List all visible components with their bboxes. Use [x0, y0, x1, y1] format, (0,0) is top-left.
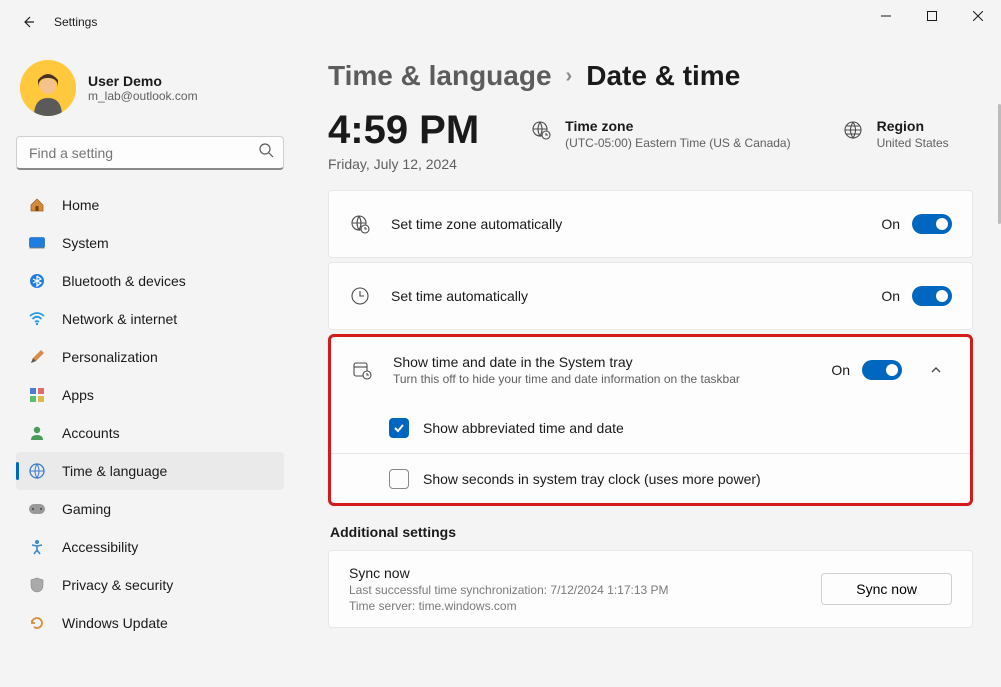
calendar-clock-icon: [351, 360, 373, 380]
chevron-right-icon: ›: [566, 65, 573, 88]
check-icon: [393, 422, 405, 434]
breadcrumb: Time & language › Date & time: [328, 60, 973, 92]
close-icon: [973, 11, 983, 21]
setting-title: Show time and date in the System tray: [393, 354, 811, 370]
home-icon: [28, 197, 46, 213]
breadcrumb-parent[interactable]: Time & language: [328, 60, 552, 92]
region-value: United States: [877, 136, 949, 150]
sidebar-item-personalization[interactable]: Personalization: [16, 338, 284, 376]
setting-systray-time[interactable]: Show time and date in the System tray Tu…: [331, 337, 970, 403]
checkbox-abbrev[interactable]: [389, 418, 409, 438]
sidebar-item-label: Time & language: [62, 463, 167, 479]
sync-last: Last successful time synchronization: 7/…: [349, 583, 801, 597]
toggle-systray-time[interactable]: [862, 360, 902, 380]
maximize-button[interactable]: [909, 0, 955, 32]
search-input[interactable]: [16, 136, 284, 170]
sync-now-button[interactable]: Sync now: [821, 573, 952, 605]
sidebar-item-bluetooth[interactable]: Bluetooth & devices: [16, 262, 284, 300]
shield-icon: [28, 577, 46, 593]
maximize-icon: [927, 11, 937, 21]
sidebar-item-label: Home: [62, 197, 99, 213]
sidebar-item-label: Privacy & security: [62, 577, 173, 593]
sidebar-item-label: Bluetooth & devices: [62, 273, 186, 289]
sidebar-item-label: Windows Update: [62, 615, 168, 631]
page-title: Date & time: [586, 60, 740, 92]
checkbox-label: Show seconds in system tray clock (uses …: [423, 471, 761, 487]
globe-icon: [843, 120, 863, 145]
sync-server: Time server: time.windows.com: [349, 599, 801, 613]
setting-auto-timezone[interactable]: Set time zone automatically On: [329, 191, 972, 257]
sidebar-item-windows-update[interactable]: Windows Update: [16, 604, 284, 642]
checkbox-label: Show abbreviated time and date: [423, 420, 624, 436]
setting-show-seconds[interactable]: Show seconds in system tray clock (uses …: [331, 453, 970, 503]
setting-subtitle: Turn this off to hide your time and date…: [393, 372, 811, 386]
globe-clock-icon: [28, 463, 46, 479]
toggle-state-label: On: [831, 362, 850, 378]
region-label: Region: [877, 118, 949, 134]
apps-icon: [28, 387, 46, 403]
sync-title: Sync now: [349, 565, 801, 581]
system-icon: [28, 237, 46, 249]
setting-title: Set time zone automatically: [391, 216, 861, 232]
sidebar-item-label: Network & internet: [62, 311, 177, 327]
globe-clock-icon: [531, 120, 551, 145]
wifi-icon: [28, 312, 46, 326]
sidebar-item-accessibility[interactable]: Accessibility: [16, 528, 284, 566]
current-time: 4:59 PM: [328, 110, 479, 150]
sidebar-item-gaming[interactable]: Gaming: [16, 490, 284, 528]
arrow-left-icon: [20, 14, 36, 30]
sidebar-item-apps[interactable]: Apps: [16, 376, 284, 414]
gamepad-icon: [28, 503, 46, 515]
toggle-state-label: On: [881, 216, 900, 232]
person-icon: [28, 425, 46, 441]
close-button[interactable]: [955, 0, 1001, 32]
window-title: Settings: [54, 15, 97, 29]
sync-now-row: Sync now Last successful time synchroniz…: [329, 551, 972, 627]
search-icon: [259, 143, 274, 163]
sidebar-item-label: Apps: [62, 387, 94, 403]
checkbox-seconds[interactable]: [389, 469, 409, 489]
toggle-auto-timezone[interactable]: [912, 214, 952, 234]
timezone-value: (UTC-05:00) Eastern Time (US & Canada): [565, 136, 790, 150]
sidebar-item-network[interactable]: Network & internet: [16, 300, 284, 338]
sidebar-item-accounts[interactable]: Accounts: [16, 414, 284, 452]
clock-icon: [349, 286, 371, 306]
user-email: m_lab@outlook.com: [88, 89, 198, 103]
avatar: [20, 60, 76, 116]
sidebar-item-label: Personalization: [62, 349, 158, 365]
sidebar-item-label: Accessibility: [62, 539, 138, 555]
avatar-image: [20, 60, 76, 116]
sidebar-item-label: Gaming: [62, 501, 111, 517]
sidebar-item-system[interactable]: System: [16, 224, 284, 262]
sidebar-item-label: System: [62, 235, 109, 251]
paint-icon: [28, 349, 46, 365]
setting-abbrev-time[interactable]: Show abbreviated time and date: [331, 403, 970, 453]
sidebar-item-home[interactable]: Home: [16, 186, 284, 224]
accessibility-icon: [28, 539, 46, 555]
update-icon: [28, 615, 46, 631]
current-date: Friday, July 12, 2024: [328, 156, 479, 172]
bluetooth-icon: [28, 273, 46, 289]
sidebar-item-privacy[interactable]: Privacy & security: [16, 566, 284, 604]
minimize-button[interactable]: [863, 0, 909, 32]
section-header: Additional settings: [330, 524, 973, 540]
setting-auto-time[interactable]: Set time automatically On: [329, 263, 972, 329]
timezone-label: Time zone: [565, 118, 790, 134]
sidebar-item-label: Accounts: [62, 425, 120, 441]
toggle-auto-time[interactable]: [912, 286, 952, 306]
expand-button[interactable]: [922, 363, 950, 377]
back-button[interactable]: [10, 4, 46, 40]
toggle-state-label: On: [881, 288, 900, 304]
globe-clock-icon: [349, 214, 371, 234]
minimize-icon: [881, 11, 891, 21]
chevron-up-icon: [929, 363, 943, 377]
user-name: User Demo: [88, 73, 198, 89]
setting-title: Set time automatically: [391, 288, 861, 304]
highlighted-section: Show time and date in the System tray Tu…: [328, 334, 973, 506]
user-card[interactable]: User Demo m_lab@outlook.com: [12, 56, 288, 128]
sidebar-item-time-language[interactable]: Time & language: [16, 452, 284, 490]
